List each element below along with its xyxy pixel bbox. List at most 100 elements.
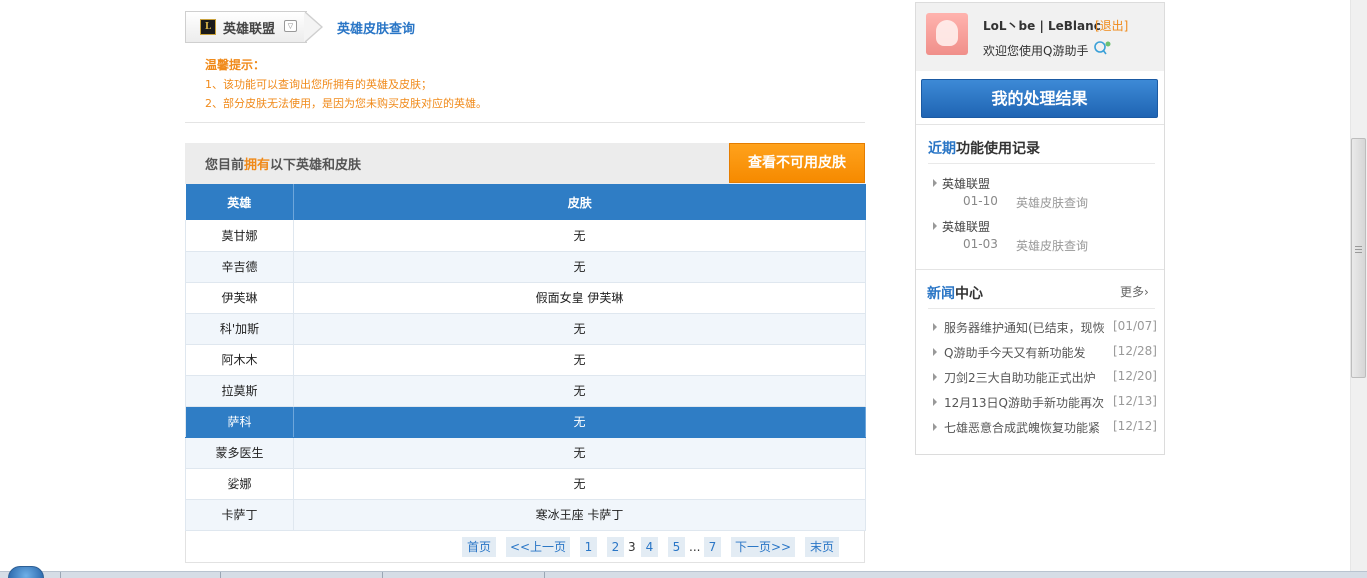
bullet-arrow-icon bbox=[933, 423, 937, 431]
news-item-title[interactable]: 刀剑2三大自助功能正式出炉 bbox=[944, 369, 1106, 386]
tip-line: 2、部分皮肤无法使用，是因为您未购买皮肤对应的英雄。 bbox=[205, 97, 487, 110]
column-header-hero: 英雄 bbox=[185, 184, 294, 220]
pager-last[interactable]: 末页 bbox=[805, 537, 839, 557]
news-item-title[interactable]: Q游助手今天又有新功能发 bbox=[944, 344, 1106, 361]
recent-item-game[interactable]: 英雄联盟 bbox=[942, 175, 990, 192]
table-row[interactable]: 卡萨丁 寒冰王座 卡萨丁 bbox=[185, 499, 866, 531]
recent-title-highlight: 近期 bbox=[928, 141, 956, 157]
pager-current-page: 3 bbox=[628, 540, 636, 554]
taskbar-separator bbox=[382, 572, 383, 578]
news-item-title[interactable]: 七雄恶意合成武魄恢复功能紧 bbox=[944, 419, 1106, 436]
owned-heading: 您目前拥有以下英雄和皮肤 bbox=[205, 154, 361, 173]
hero-cell: 莫甘娜 bbox=[185, 220, 294, 252]
table-row-selected[interactable]: 萨科无 bbox=[185, 406, 866, 438]
breadcrumb-arrow-fill bbox=[304, 12, 321, 42]
table-row[interactable]: 阿木木无 bbox=[185, 344, 866, 376]
owned-highlight: 拥有 bbox=[244, 158, 271, 173]
divider bbox=[185, 122, 865, 123]
taskbar-separator bbox=[220, 572, 221, 578]
hero-cell: 卡萨丁 bbox=[185, 499, 294, 531]
hero-cell: 拉莫斯 bbox=[185, 375, 294, 407]
news-title-highlight: 新闻 bbox=[927, 286, 955, 302]
hero-cell: 阿木木 bbox=[185, 344, 294, 376]
table-row[interactable]: 莫甘娜无 bbox=[185, 220, 866, 252]
hero-cell: 蒙多医生 bbox=[185, 437, 294, 469]
news-item-date: [01/07] bbox=[1113, 319, 1157, 333]
recent-title-rest: 功能使用记录 bbox=[956, 141, 1040, 157]
hero-cell: 娑娜 bbox=[185, 468, 294, 500]
view-unavailable-skins-button[interactable]: 查看不可用皮肤 bbox=[729, 143, 865, 183]
news-item-date: [12/12] bbox=[1113, 419, 1157, 433]
table-header-row: 英雄 皮肤 bbox=[185, 184, 866, 220]
scrollbar-grip bbox=[1355, 249, 1362, 250]
news-item-date: [12/13] bbox=[1113, 394, 1157, 408]
news-item-date: [12/20] bbox=[1113, 369, 1157, 383]
pager-prev[interactable]: <<上一页 bbox=[506, 537, 570, 557]
tip-line: 1、该功能可以查询出您所拥有的英雄及皮肤； bbox=[205, 78, 432, 91]
recent-item-func[interactable]: 英雄皮肤查询 bbox=[1016, 194, 1088, 211]
owned-prefix: 您目前 bbox=[205, 158, 245, 173]
table-row[interactable]: 拉莫斯无 bbox=[185, 375, 866, 407]
pager-next[interactable]: 下一页>> bbox=[731, 537, 795, 557]
bullet-arrow-icon bbox=[933, 222, 937, 230]
news-item-title[interactable]: 服务器维护通知(已结束，现恢 bbox=[944, 319, 1106, 336]
recent-item-func[interactable]: 英雄皮肤查询 bbox=[1016, 237, 1088, 254]
divider bbox=[928, 163, 1155, 164]
breadcrumb-game-label[interactable]: 英雄联盟 bbox=[223, 18, 275, 37]
recent-item-game[interactable]: 英雄联盟 bbox=[942, 218, 990, 235]
bullet-arrow-icon bbox=[933, 323, 937, 331]
breadcrumb-current: 英雄皮肤查询 bbox=[337, 22, 416, 37]
bullet-arrow-icon bbox=[933, 179, 937, 187]
bullet-arrow-icon bbox=[933, 398, 937, 406]
skin-cell: 无 bbox=[293, 406, 866, 438]
avatar[interactable] bbox=[926, 13, 968, 55]
pager-page-2[interactable]: 2 bbox=[607, 537, 624, 557]
skin-cell: 假面女皇 伊芙琳 bbox=[293, 282, 866, 314]
scrollbar-thumb[interactable] bbox=[1351, 138, 1366, 378]
username: LoL丶be | LeBlanc bbox=[983, 19, 1101, 33]
news-title-rest: 中心 bbox=[955, 286, 983, 302]
news-item-date: [12/28] bbox=[1113, 344, 1157, 358]
recent-item-date: 01-03 bbox=[963, 237, 998, 251]
q-assistant-icon bbox=[1094, 41, 1111, 55]
news-item-title[interactable]: 12月13日Q游助手新功能再次 bbox=[944, 394, 1106, 411]
hero-cell: 辛吉德 bbox=[185, 251, 294, 283]
logout-link[interactable]: [退出] bbox=[1095, 17, 1128, 34]
table-row[interactable]: 娑娜无 bbox=[185, 468, 866, 500]
bullet-arrow-icon bbox=[933, 373, 937, 381]
pager-page-5[interactable]: 5 bbox=[668, 537, 685, 557]
hero-cell: 科'加斯 bbox=[185, 313, 294, 345]
table-row[interactable]: 科'加斯无 bbox=[185, 313, 866, 345]
skin-cell: 寒冰王座 卡萨丁 bbox=[293, 499, 866, 531]
dropdown-icon[interactable]: ▽ bbox=[284, 20, 297, 32]
bullet-arrow-icon bbox=[933, 348, 937, 356]
my-results-button[interactable]: 我的处理结果 bbox=[921, 79, 1158, 118]
skin-cell: 无 bbox=[293, 344, 866, 376]
welcome-text: 欢迎您使用Q游助手 bbox=[983, 44, 1089, 58]
pager-ellipsis: ... bbox=[689, 540, 701, 554]
news-more-link[interactable]: 更多› bbox=[1120, 283, 1149, 300]
pager-first[interactable]: 首页 bbox=[462, 537, 496, 557]
hero-cell: 萨科 bbox=[185, 406, 294, 438]
table-row[interactable]: 辛吉德无 bbox=[185, 251, 866, 283]
pager-page-7[interactable]: 7 bbox=[704, 537, 721, 557]
table-row[interactable]: 伊芙琳 假面女皇 伊芙琳 bbox=[185, 282, 866, 314]
skin-cell: 无 bbox=[293, 468, 866, 500]
lol-logo-icon: L bbox=[200, 19, 216, 35]
taskbar-separator bbox=[60, 572, 61, 578]
owned-suffix: 以下英雄和皮肤 bbox=[270, 158, 362, 173]
skin-cell: 无 bbox=[293, 220, 866, 252]
hero-cell: 伊芙琳 bbox=[185, 282, 294, 314]
news-center-title: 新闻中心 bbox=[927, 283, 983, 303]
column-header-skin: 皮肤 bbox=[293, 184, 866, 220]
start-button[interactable] bbox=[8, 566, 44, 578]
pager-page-4[interactable]: 4 bbox=[641, 537, 658, 557]
scrollbar-grip bbox=[1355, 246, 1362, 247]
recent-item-date: 01-10 bbox=[963, 194, 998, 208]
pager-page-1[interactable]: 1 bbox=[580, 537, 597, 557]
scrollbar-grip bbox=[1355, 252, 1362, 253]
skin-cell: 无 bbox=[293, 375, 866, 407]
table-row[interactable]: 蒙多医生无 bbox=[185, 437, 866, 469]
recent-records-title: 近期功能使用记录 bbox=[928, 138, 1040, 158]
divider bbox=[916, 124, 1164, 125]
